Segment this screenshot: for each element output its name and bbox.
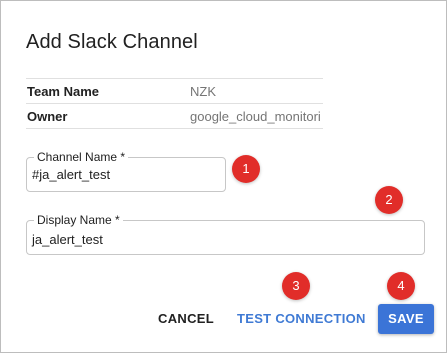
info-row-owner: Owner google_cloud_monitori bbox=[26, 103, 323, 129]
info-table: Team Name NZK Owner google_cloud_monitor… bbox=[26, 78, 323, 129]
channel-name-label: Channel Name * bbox=[34, 150, 129, 164]
display-name-field[interactable]: Display Name * ja_alert_test bbox=[26, 213, 425, 255]
annotation-badge-4: 4 bbox=[387, 272, 415, 300]
owner-value: google_cloud_monitori bbox=[190, 109, 321, 124]
cancel-button[interactable]: CANCEL bbox=[155, 305, 217, 333]
add-slack-channel-dialog: Add Slack Channel Team Name NZK Owner go… bbox=[0, 0, 447, 353]
display-name-label: Display Name * bbox=[34, 213, 123, 227]
test-connection-button[interactable]: TEST CONNECTION bbox=[237, 305, 365, 333]
annotation-badge-1: 1 bbox=[232, 155, 260, 183]
channel-name-input[interactable]: #ja_alert_test bbox=[32, 167, 110, 182]
team-name-value: NZK bbox=[190, 84, 216, 99]
annotation-badge-3: 3 bbox=[282, 272, 310, 300]
save-button[interactable]: SAVE bbox=[378, 304, 434, 334]
display-name-input[interactable]: ja_alert_test bbox=[32, 232, 103, 247]
info-row-team-name: Team Name NZK bbox=[26, 78, 323, 103]
channel-name-field[interactable]: Channel Name * #ja_alert_test bbox=[26, 150, 226, 192]
annotation-badge-2: 2 bbox=[375, 186, 403, 214]
owner-label: Owner bbox=[27, 109, 68, 124]
team-name-label: Team Name bbox=[27, 84, 100, 99]
dialog-title: Add Slack Channel bbox=[26, 31, 198, 53]
